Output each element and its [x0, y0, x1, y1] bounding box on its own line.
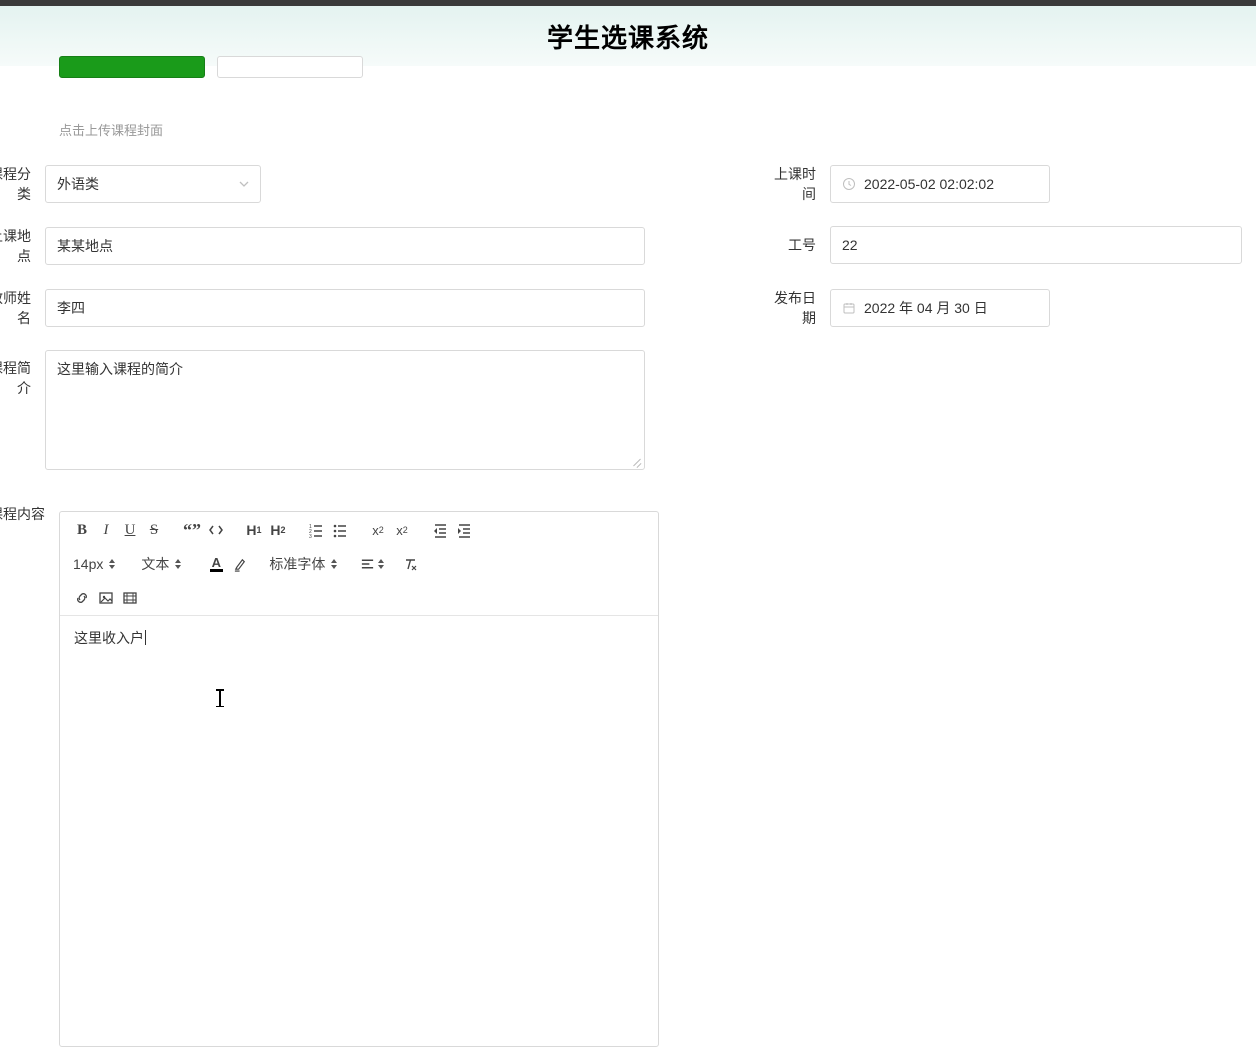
- indent-button[interactable]: [452, 519, 476, 541]
- updown-caret-icon: [175, 559, 181, 569]
- ordered-list-button[interactable]: 123: [304, 519, 328, 541]
- label-brief: 课程简介: [0, 350, 45, 398]
- italic-button[interactable]: I: [94, 519, 118, 541]
- h2-button[interactable]: H2: [266, 519, 290, 541]
- editor-content-area[interactable]: 这里收入户: [60, 616, 658, 1046]
- video-button[interactable]: [118, 587, 142, 609]
- resize-handle-icon[interactable]: [630, 455, 642, 467]
- underline-button[interactable]: U: [118, 519, 142, 541]
- chevron-down-icon: [238, 178, 250, 190]
- h1-button[interactable]: H1: [242, 519, 266, 541]
- font-family-select[interactable]: 标准字体: [266, 553, 340, 575]
- primary-action-button[interactable]: [59, 56, 205, 78]
- app-title: 学生选课系统: [547, 18, 709, 55]
- category-select[interactable]: 外语类: [45, 165, 261, 203]
- brief-textarea[interactable]: 这里输入课程的简介: [45, 350, 645, 470]
- calendar-icon: [842, 301, 856, 315]
- work-no-value: 22: [842, 237, 858, 253]
- label-category: 课程分类: [0, 164, 45, 204]
- font-family-value: 标准字体: [269, 554, 325, 574]
- upload-cover-hint[interactable]: 点击上传课程封面: [59, 120, 163, 139]
- text-caret: [145, 630, 146, 645]
- link-button[interactable]: [70, 587, 94, 609]
- strike-button[interactable]: S: [142, 519, 166, 541]
- clock-icon: [842, 177, 856, 191]
- superscript-button[interactable]: x2: [390, 519, 414, 541]
- label-content: 课程内容: [0, 504, 45, 524]
- label-class-place: 上课地点: [0, 226, 45, 266]
- teacher-name-value: 李四: [57, 298, 85, 318]
- bold-button[interactable]: B: [70, 519, 94, 541]
- editor-toolbar: B I U S “” H1 H2 123: [60, 512, 658, 616]
- highlight-button[interactable]: [228, 553, 252, 575]
- teacher-name-input[interactable]: 李四: [45, 289, 645, 327]
- secondary-action-button[interactable]: [217, 56, 363, 78]
- rich-text-editor: B I U S “” H1 H2 123: [59, 511, 659, 1047]
- publish-date-value: 2022 年 04 月 30 日: [864, 298, 988, 318]
- class-place-input[interactable]: 某某地点: [45, 227, 645, 265]
- editor-text: 这里收入户: [74, 630, 144, 646]
- category-value: 外语类: [57, 174, 99, 194]
- font-color-button[interactable]: A: [204, 553, 228, 575]
- work-no-input[interactable]: 22: [830, 226, 1242, 264]
- font-size-value: 14px: [73, 556, 103, 572]
- publish-date-input[interactable]: 2022 年 04 月 30 日: [830, 289, 1050, 327]
- label-work-no: 工号: [762, 235, 830, 255]
- subscript-button[interactable]: x2: [366, 519, 390, 541]
- clear-format-button[interactable]: [398, 553, 422, 575]
- unordered-list-button[interactable]: [328, 519, 352, 541]
- image-button[interactable]: [94, 587, 118, 609]
- block-format-value: 文本: [141, 554, 169, 574]
- font-size-select[interactable]: 14px: [70, 553, 118, 575]
- class-time-input[interactable]: 2022-05-02 02:02:02: [830, 165, 1050, 203]
- class-place-value: 某某地点: [57, 236, 113, 256]
- label-class-time: 上课时间: [762, 164, 830, 204]
- block-format-select[interactable]: 文本: [138, 553, 184, 575]
- updown-caret-icon: [331, 559, 337, 569]
- updown-caret-icon: [109, 559, 115, 569]
- class-time-value: 2022-05-02 02:02:02: [864, 176, 994, 192]
- align-select[interactable]: [360, 553, 384, 575]
- brief-value: 这里输入课程的简介: [57, 361, 183, 377]
- code-button[interactable]: [204, 519, 228, 541]
- blockquote-button[interactable]: “”: [180, 519, 204, 541]
- outdent-button[interactable]: [428, 519, 452, 541]
- label-publish-date: 发布日期: [762, 288, 830, 328]
- svg-text:3: 3: [309, 534, 312, 538]
- label-teacher-name: 教师姓名: [0, 288, 45, 328]
